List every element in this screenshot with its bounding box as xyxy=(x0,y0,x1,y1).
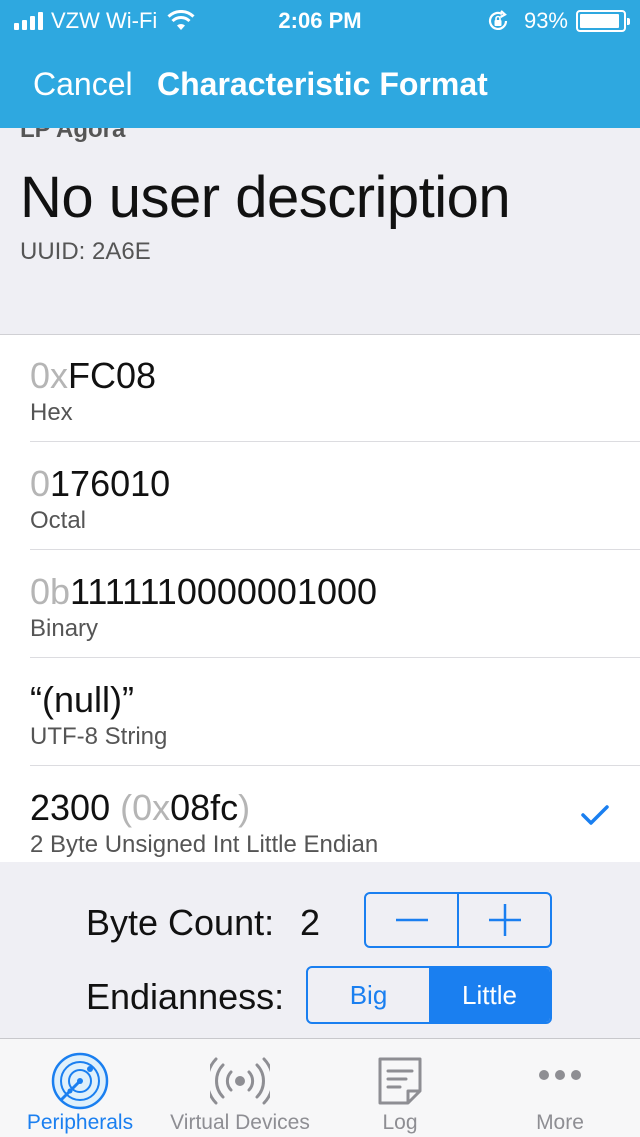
decrement-button[interactable] xyxy=(366,894,457,946)
user-description: No user description xyxy=(20,165,511,230)
rotation-lock-icon xyxy=(488,10,508,30)
increment-button[interactable] xyxy=(457,894,550,946)
format-value: “(null)” xyxy=(30,679,135,720)
log-icon xyxy=(378,1057,422,1105)
byte-count-value: 2 xyxy=(300,902,321,943)
endianness-option-big[interactable]: Big xyxy=(308,968,429,1022)
radar-icon xyxy=(51,1052,109,1110)
endianness-label: Endianness: xyxy=(86,976,285,1017)
format-row-octal[interactable]: 0176010 Octal xyxy=(0,443,640,550)
format-row-binary[interactable]: 0b1111110000001000 Binary xyxy=(0,551,640,658)
endianness-segmented-control[interactable]: Big Little xyxy=(306,966,552,1024)
service-name: LP Agora xyxy=(20,128,126,143)
format-controls: Byte Count: 2 Endianness: Big Little xyxy=(0,862,640,1038)
format-row-hex[interactable]: 0xFC08 Hex xyxy=(0,335,640,442)
cancel-button[interactable]: Cancel xyxy=(33,66,133,103)
broadcast-icon xyxy=(210,1057,270,1105)
battery-level xyxy=(580,14,620,28)
tab-label: Peripherals xyxy=(26,1111,134,1134)
tab-bar: Peripherals Virtual Devices Log More xyxy=(0,1038,640,1137)
format-label: Hex xyxy=(30,399,73,426)
format-value: 0176010 xyxy=(30,463,171,504)
byte-count-stepper[interactable] xyxy=(364,892,552,948)
battery-icon xyxy=(576,10,630,32)
format-value: 0xFC08 xyxy=(30,355,157,396)
plus-icon xyxy=(488,904,521,936)
endianness-option-little[interactable]: Little xyxy=(429,968,550,1022)
uuid-label: UUID: 2A6E xyxy=(20,238,151,265)
checkmark-icon xyxy=(581,805,609,825)
format-list: 0xFC08 Hex 0176010 Octal 0b1111110000001… xyxy=(0,334,640,863)
format-label: Binary xyxy=(30,615,99,642)
tab-more[interactable]: More xyxy=(480,1039,640,1137)
page-title: Characteristic Format xyxy=(157,66,488,102)
format-label: 2 Byte Unsigned Int Little Endian xyxy=(30,831,379,858)
tab-label: Log xyxy=(382,1111,418,1134)
status-bar: VZW Wi-Fi 2:06 PM 93% xyxy=(0,0,640,40)
tab-log[interactable]: Log xyxy=(320,1039,480,1137)
more-icon xyxy=(539,1070,581,1080)
format-label: Octal xyxy=(30,507,87,534)
characteristic-info: LP Agora No user description UUID: 2A6E xyxy=(0,128,640,334)
format-value: 0b1111110000001000 xyxy=(30,571,378,612)
tab-label: More xyxy=(536,1111,584,1134)
format-row-utf8[interactable]: “(null)” UTF-8 String xyxy=(0,659,640,766)
navigation-header: VZW Wi-Fi 2:06 PM 93% Cancel Characteris… xyxy=(0,0,640,128)
format-value: 2300 (0x08fc) xyxy=(30,787,251,828)
tab-label: Virtual Devices xyxy=(170,1111,310,1134)
tab-peripherals[interactable]: Peripherals xyxy=(0,1039,160,1137)
status-right: 93% xyxy=(486,8,630,34)
minus-icon xyxy=(395,918,428,922)
battery-percent: 93% xyxy=(523,8,568,33)
byte-count-label: Byte Count: xyxy=(86,902,275,943)
format-label: UTF-8 String xyxy=(30,723,168,750)
tab-virtual-devices[interactable]: Virtual Devices xyxy=(160,1039,320,1137)
format-row-uint[interactable]: 2300 (0x08fc) 2 Byte Unsigned Int Little… xyxy=(0,767,640,863)
